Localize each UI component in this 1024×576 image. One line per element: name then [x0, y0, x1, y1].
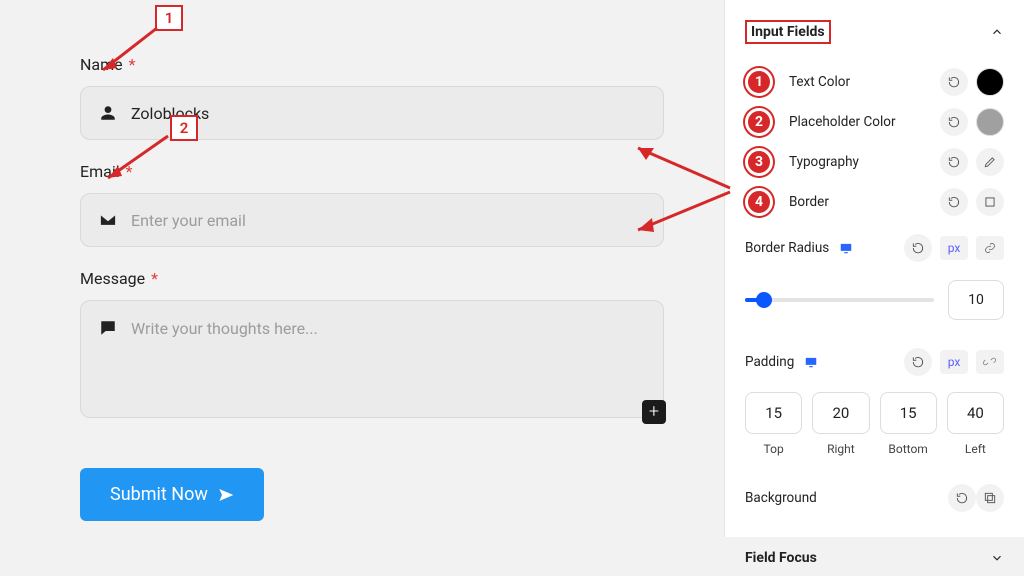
required-indicator: * [129, 55, 136, 74]
field-name: Name * Zoloblocks [80, 55, 664, 140]
section-field-focus[interactable]: Field Focus [745, 534, 1004, 576]
reset-button[interactable] [940, 188, 968, 216]
label-email: Email [80, 162, 120, 181]
annotation-badge-4: 4 [745, 188, 773, 216]
label-padding: Padding [745, 354, 794, 370]
reset-button[interactable] [940, 148, 968, 176]
padding-left-input[interactable]: 40 [947, 392, 1004, 434]
annotation-badge-2: 2 [745, 108, 773, 136]
chevron-up-icon [990, 25, 1004, 39]
label-border: Border [789, 194, 829, 210]
email-input[interactable]: Enter your email [80, 193, 664, 247]
chat-icon [99, 319, 117, 337]
label-typography: Typography [789, 154, 859, 170]
annotation-badge-3: 3 [745, 148, 773, 176]
border-settings-button[interactable] [976, 188, 1004, 216]
message-input[interactable]: Write your thoughts here... [80, 300, 664, 418]
label-text-color: Text Color [789, 74, 850, 90]
padding-top-label: Top [764, 442, 784, 456]
link-values-button[interactable] [976, 236, 1004, 260]
unit-select[interactable]: px [940, 350, 968, 374]
style-sidebar: Input Fields 1 Text Color 2 Placeholder … [724, 0, 1024, 537]
annotation-box-1: 1 [155, 5, 183, 31]
envelope-icon [99, 211, 117, 229]
padding-top-input[interactable]: 15 [745, 392, 802, 434]
padding-bottom-input[interactable]: 15 [880, 392, 937, 434]
name-value: Zoloblocks [131, 104, 645, 123]
reset-button[interactable] [940, 108, 968, 136]
section-title: Input Fields [745, 20, 831, 44]
padding-right-label: Right [827, 442, 855, 456]
label-name: Name [80, 55, 123, 74]
label-border-radius: Border Radius [745, 240, 829, 256]
form-area: Name * Zoloblocks Email * Enter your ema… [0, 0, 724, 537]
padding-bottom-label: Bottom [888, 442, 927, 456]
color-swatch[interactable] [976, 108, 1004, 136]
color-swatch[interactable] [976, 68, 1004, 96]
field-message: Message * Write your thoughts here... + [80, 269, 664, 418]
required-indicator: * [126, 162, 133, 181]
row-border-radius: Border Radius px [745, 228, 1004, 268]
row-background: Background [745, 484, 1004, 512]
add-block-button[interactable]: + [642, 400, 666, 424]
border-radius-control: 10 [745, 280, 1004, 320]
name-input[interactable]: Zoloblocks [80, 86, 664, 140]
unlink-values-button[interactable] [976, 350, 1004, 374]
padding-left-label: Left [965, 442, 986, 456]
email-placeholder: Enter your email [131, 211, 645, 230]
submit-button[interactable]: Submit Now [80, 468, 264, 521]
border-radius-slider[interactable] [745, 298, 934, 302]
chevron-down-icon [990, 551, 1004, 565]
row-typography: 3 Typography [745, 142, 1004, 182]
border-radius-value[interactable]: 10 [948, 280, 1004, 320]
row-padding: Padding px [745, 342, 1004, 382]
label-background: Background [745, 490, 817, 506]
device-icon[interactable] [802, 353, 820, 371]
reset-button[interactable] [940, 68, 968, 96]
copy-button[interactable] [976, 484, 1004, 512]
reset-button[interactable] [904, 234, 932, 262]
label-field-focus: Field Focus [745, 550, 817, 566]
unit-select[interactable]: px [940, 236, 968, 260]
edit-button[interactable] [976, 148, 1004, 176]
message-placeholder: Write your thoughts here... [131, 319, 645, 338]
row-border: 4 Border [745, 182, 1004, 222]
send-icon [218, 487, 234, 503]
user-icon [99, 104, 117, 122]
label-placeholder-color: Placeholder Color [789, 114, 896, 130]
field-email: Email * Enter your email [80, 162, 664, 247]
padding-right-input[interactable]: 20 [812, 392, 869, 434]
padding-grid: 15 Top 20 Right 15 Bottom 40 Left [745, 392, 1004, 456]
section-header[interactable]: Input Fields [745, 16, 1004, 62]
reset-button[interactable] [904, 348, 932, 376]
row-placeholder-color: 2 Placeholder Color [745, 102, 1004, 142]
annotation-badge-1: 1 [745, 68, 773, 96]
reset-button[interactable] [948, 484, 976, 512]
required-indicator: * [151, 269, 158, 288]
label-message: Message [80, 269, 145, 288]
submit-label: Submit Now [110, 484, 208, 505]
row-text-color: 1 Text Color [745, 62, 1004, 102]
device-icon[interactable] [837, 239, 855, 257]
